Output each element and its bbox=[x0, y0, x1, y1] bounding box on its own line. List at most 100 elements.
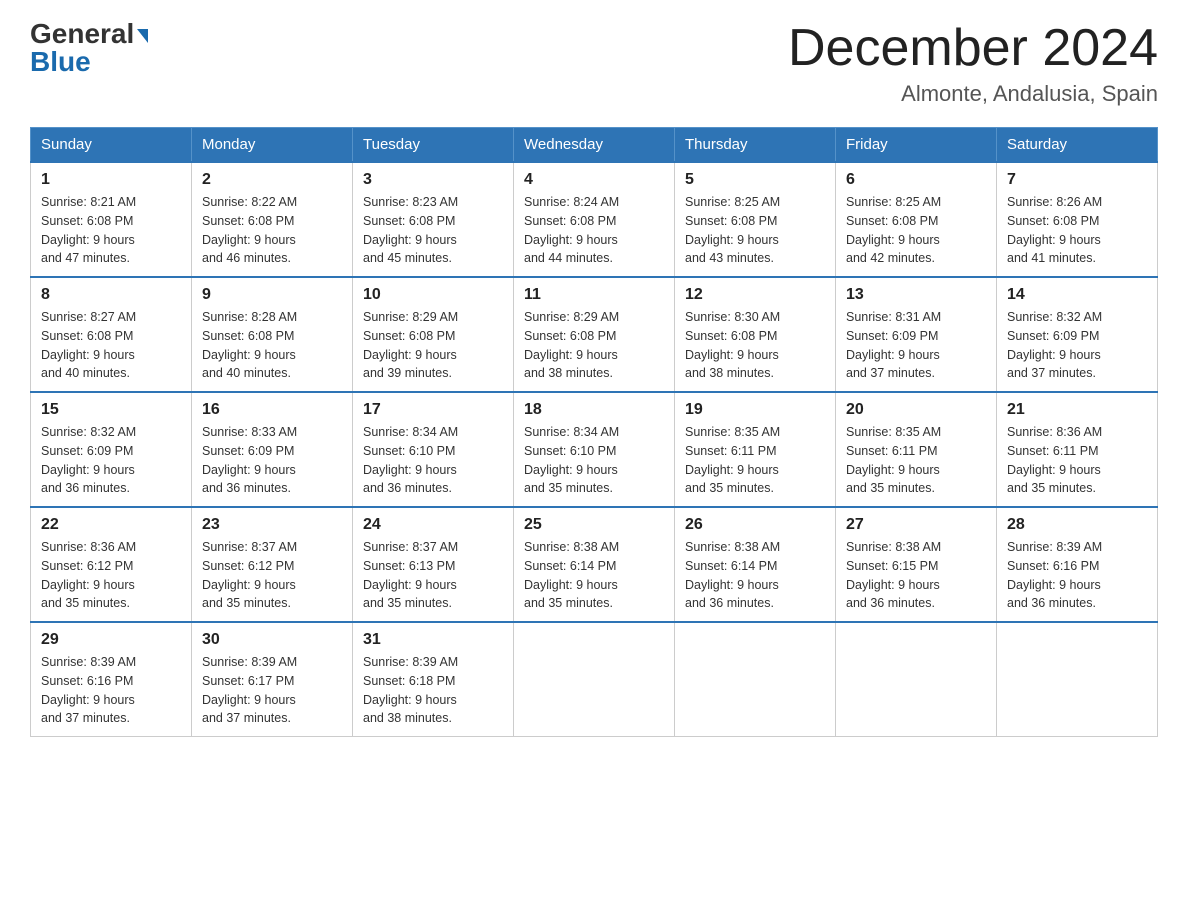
day-header-wednesday: Wednesday bbox=[514, 128, 675, 163]
day-info: Sunrise: 8:36 AMSunset: 6:12 PMDaylight:… bbox=[41, 538, 181, 613]
logo: General Blue bbox=[30, 20, 148, 76]
day-number: 23 bbox=[202, 516, 342, 534]
day-info: Sunrise: 8:38 AMSunset: 6:14 PMDaylight:… bbox=[685, 538, 825, 613]
calendar-cell: 7 Sunrise: 8:26 AMSunset: 6:08 PMDaylight… bbox=[997, 162, 1158, 277]
calendar-cell: 16Sunrise: 8:33 AMSunset: 6:09 PMDayligh… bbox=[192, 392, 353, 507]
calendar-cell: 1 Sunrise: 8:21 AMSunset: 6:08 PMDaylight… bbox=[31, 162, 192, 277]
week-row-3: 15 Sunrise: 8:32 AMSunset: 6:09 PMDayligh… bbox=[31, 392, 1158, 507]
day-info: Sunrise: 8:35 AMSunset: 6:11 PMDaylight:… bbox=[685, 423, 825, 498]
day-header-monday: Monday bbox=[192, 128, 353, 163]
calendar-cell: 27Sunrise: 8:38 AMSunset: 6:15 PMDayligh… bbox=[836, 507, 997, 622]
day-number: 10 bbox=[363, 286, 503, 304]
week-row-5: 29 Sunrise: 8:39 AMSunset: 6:16 PMDayligh… bbox=[31, 622, 1158, 737]
day-number: 21 bbox=[1007, 401, 1147, 419]
calendar-cell: 3 Sunrise: 8:23 AMSunset: 6:08 PMDaylight… bbox=[353, 162, 514, 277]
calendar-cell: 12 Sunrise: 8:30 AMSunset: 6:08 PMDayligh… bbox=[675, 277, 836, 392]
day-number: 9 bbox=[202, 286, 342, 304]
week-row-1: 1 Sunrise: 8:21 AMSunset: 6:08 PMDaylight… bbox=[31, 162, 1158, 277]
day-number: 22 bbox=[41, 516, 181, 534]
calendar-cell: 10 Sunrise: 8:29 AMSunset: 6:08 PMDayligh… bbox=[353, 277, 514, 392]
day-info: Sunrise: 8:32 AMSunset: 6:09 PMDaylight:… bbox=[41, 423, 181, 498]
day-number: 6 bbox=[846, 171, 986, 189]
day-info: Sunrise: 8:23 AMSunset: 6:08 PMDaylight:… bbox=[363, 193, 503, 268]
calendar-cell: 4Sunrise: 8:24 AMSunset: 6:08 PMDaylight… bbox=[514, 162, 675, 277]
location-title: Almonte, Andalusia, Spain bbox=[788, 81, 1158, 107]
day-number: 14 bbox=[1007, 286, 1147, 304]
day-number: 2 bbox=[202, 171, 342, 189]
day-info: Sunrise: 8:39 AMSunset: 6:18 PMDaylight:… bbox=[363, 653, 503, 728]
calendar-cell: 20Sunrise: 8:35 AMSunset: 6:11 PMDayligh… bbox=[836, 392, 997, 507]
day-number: 3 bbox=[363, 171, 503, 189]
day-info: Sunrise: 8:34 AMSunset: 6:10 PMDaylight:… bbox=[524, 423, 664, 498]
calendar-cell: 19Sunrise: 8:35 AMSunset: 6:11 PMDayligh… bbox=[675, 392, 836, 507]
calendar-cell: 29 Sunrise: 8:39 AMSunset: 6:16 PMDayligh… bbox=[31, 622, 192, 737]
day-number: 7 bbox=[1007, 171, 1147, 189]
calendar-cell: 23 Sunrise: 8:37 AMSunset: 6:12 PMDayligh… bbox=[192, 507, 353, 622]
day-header-friday: Friday bbox=[836, 128, 997, 163]
day-number: 12 bbox=[685, 286, 825, 304]
calendar-cell: 8 Sunrise: 8:27 AMSunset: 6:08 PMDaylight… bbox=[31, 277, 192, 392]
day-info: Sunrise: 8:35 AMSunset: 6:11 PMDaylight:… bbox=[846, 423, 986, 498]
day-number: 25 bbox=[524, 516, 664, 534]
day-number: 26 bbox=[685, 516, 825, 534]
calendar-cell: 31 Sunrise: 8:39 AMSunset: 6:18 PMDayligh… bbox=[353, 622, 514, 737]
month-title: December 2024 bbox=[788, 20, 1158, 77]
week-row-2: 8 Sunrise: 8:27 AMSunset: 6:08 PMDaylight… bbox=[31, 277, 1158, 392]
calendar-cell: 18 Sunrise: 8:34 AMSunset: 6:10 PMDayligh… bbox=[514, 392, 675, 507]
day-number: 18 bbox=[524, 401, 664, 419]
calendar-cell: 22 Sunrise: 8:36 AMSunset: 6:12 PMDayligh… bbox=[31, 507, 192, 622]
day-info: Sunrise: 8:36 AMSunset: 6:11 PMDaylight:… bbox=[1007, 423, 1147, 498]
day-info: Sunrise: 8:22 AMSunset: 6:08 PMDaylight:… bbox=[202, 193, 342, 268]
day-info: Sunrise: 8:37 AMSunset: 6:12 PMDaylight:… bbox=[202, 538, 342, 613]
calendar-cell: 15 Sunrise: 8:32 AMSunset: 6:09 PMDayligh… bbox=[31, 392, 192, 507]
day-info: Sunrise: 8:31 AMSunset: 6:09 PMDaylight:… bbox=[846, 308, 986, 383]
day-info: Sunrise: 8:26 AMSunset: 6:08 PMDaylight:… bbox=[1007, 193, 1147, 268]
day-number: 8 bbox=[41, 286, 181, 304]
day-info: Sunrise: 8:39 AMSunset: 6:16 PMDaylight:… bbox=[1007, 538, 1147, 613]
day-header-tuesday: Tuesday bbox=[353, 128, 514, 163]
day-info: Sunrise: 8:29 AMSunset: 6:08 PMDaylight:… bbox=[363, 308, 503, 383]
day-header-saturday: Saturday bbox=[997, 128, 1158, 163]
page-header: General Blue December 2024 Almonte, Anda… bbox=[30, 20, 1158, 107]
day-info: Sunrise: 8:28 AMSunset: 6:08 PMDaylight:… bbox=[202, 308, 342, 383]
week-row-4: 22 Sunrise: 8:36 AMSunset: 6:12 PMDayligh… bbox=[31, 507, 1158, 622]
day-number: 13 bbox=[846, 286, 986, 304]
header-row: SundayMondayTuesdayWednesdayThursdayFrid… bbox=[31, 128, 1158, 163]
calendar-cell: 14Sunrise: 8:32 AMSunset: 6:09 PMDayligh… bbox=[997, 277, 1158, 392]
calendar-cell bbox=[997, 622, 1158, 737]
calendar-cell: 28 Sunrise: 8:39 AMSunset: 6:16 PMDayligh… bbox=[997, 507, 1158, 622]
day-info: Sunrise: 8:39 AMSunset: 6:16 PMDaylight:… bbox=[41, 653, 181, 728]
day-info: Sunrise: 8:21 AMSunset: 6:08 PMDaylight:… bbox=[41, 193, 181, 268]
day-number: 28 bbox=[1007, 516, 1147, 534]
day-info: Sunrise: 8:29 AMSunset: 6:08 PMDaylight:… bbox=[524, 308, 664, 383]
day-info: Sunrise: 8:30 AMSunset: 6:08 PMDaylight:… bbox=[685, 308, 825, 383]
calendar-cell: 13 Sunrise: 8:31 AMSunset: 6:09 PMDayligh… bbox=[836, 277, 997, 392]
calendar-cell: 2 Sunrise: 8:22 AMSunset: 6:08 PMDaylight… bbox=[192, 162, 353, 277]
day-number: 16 bbox=[202, 401, 342, 419]
calendar-cell: 30 Sunrise: 8:39 AMSunset: 6:17 PMDayligh… bbox=[192, 622, 353, 737]
day-number: 29 bbox=[41, 631, 181, 649]
calendar-cell: 26 Sunrise: 8:38 AMSunset: 6:14 PMDayligh… bbox=[675, 507, 836, 622]
day-info: Sunrise: 8:37 AMSunset: 6:13 PMDaylight:… bbox=[363, 538, 503, 613]
day-number: 17 bbox=[363, 401, 503, 419]
day-number: 1 bbox=[41, 171, 181, 189]
logo-line2: Blue bbox=[30, 48, 91, 76]
logo-line1: General bbox=[30, 20, 148, 48]
calendar-cell bbox=[514, 622, 675, 737]
calendar-cell: 11 Sunrise: 8:29 AMSunset: 6:08 PMDayligh… bbox=[514, 277, 675, 392]
calendar-cell: 24Sunrise: 8:37 AMSunset: 6:13 PMDayligh… bbox=[353, 507, 514, 622]
calendar-cell: 21 Sunrise: 8:36 AMSunset: 6:11 PMDayligh… bbox=[997, 392, 1158, 507]
day-number: 31 bbox=[363, 631, 503, 649]
day-info: Sunrise: 8:27 AMSunset: 6:08 PMDaylight:… bbox=[41, 308, 181, 383]
day-number: 4 bbox=[524, 171, 664, 189]
day-info: Sunrise: 8:39 AMSunset: 6:17 PMDaylight:… bbox=[202, 653, 342, 728]
day-info: Sunrise: 8:34 AMSunset: 6:10 PMDaylight:… bbox=[363, 423, 503, 498]
day-number: 15 bbox=[41, 401, 181, 419]
calendar-cell: 9 Sunrise: 8:28 AMSunset: 6:08 PMDaylight… bbox=[192, 277, 353, 392]
day-number: 11 bbox=[524, 286, 664, 304]
calendar-cell bbox=[675, 622, 836, 737]
calendar-cell bbox=[836, 622, 997, 737]
day-number: 30 bbox=[202, 631, 342, 649]
day-info: Sunrise: 8:38 AMSunset: 6:14 PMDaylight:… bbox=[524, 538, 664, 613]
day-header-sunday: Sunday bbox=[31, 128, 192, 163]
